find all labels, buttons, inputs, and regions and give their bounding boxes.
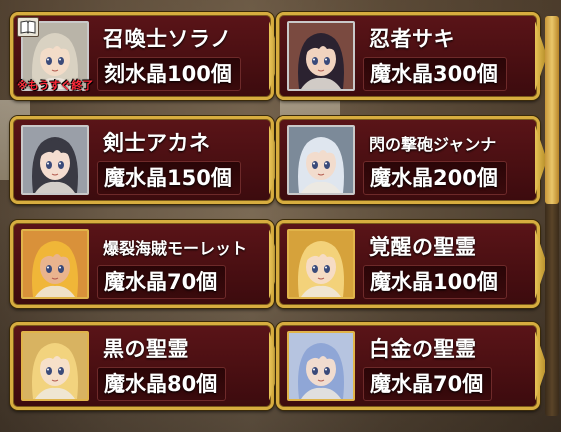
character-name: 白金の聖霊 [369, 337, 477, 361]
character-name: 黒の聖霊 [103, 337, 189, 361]
book-icon [17, 17, 39, 37]
portrait-2 [21, 125, 89, 195]
ending-soon-note: ※もうすぐ終了 [17, 79, 94, 92]
character-shop-grid: 召喚士ソラノ 刻水晶100個 ※もうすぐ終了 忍者サキ 魔水晶300個 剣士アカ… [0, 0, 561, 432]
character-card-1[interactable]: 忍者サキ 魔水晶300個 [276, 12, 540, 100]
portrait-6 [21, 331, 89, 401]
price-label: 魔水晶300個 [363, 57, 507, 91]
character-name: 爆裂海賊モーレット [103, 239, 248, 258]
scrollbar-thumb[interactable] [545, 16, 559, 204]
portrait-5 [287, 229, 355, 299]
scrollbar[interactable] [545, 16, 559, 416]
price-label: 魔水晶200個 [363, 161, 507, 195]
character-portrait-icon [289, 333, 353, 399]
character-name: 召喚士ソラノ [103, 27, 232, 51]
character-portrait-icon [289, 127, 353, 193]
price-label: 魔水晶70個 [97, 265, 227, 299]
character-card-4[interactable]: 爆裂海賊モーレット 魔水晶70個 [10, 220, 274, 308]
character-portrait-icon [23, 231, 87, 297]
character-portrait-icon [289, 23, 353, 89]
character-card-2[interactable]: 剣士アカネ 魔水晶150個 [10, 116, 274, 204]
character-card-7[interactable]: 白金の聖霊 魔水晶70個 [276, 322, 540, 410]
character-card-3[interactable]: 閃の撃砲ジャンナ 魔水晶200個 [276, 116, 540, 204]
price-label: 魔水晶150個 [97, 161, 241, 195]
portrait-4 [21, 229, 89, 299]
character-name: 閃の撃砲ジャンナ [369, 135, 497, 154]
character-portrait-icon [23, 127, 87, 193]
character-name: 忍者サキ [369, 27, 455, 51]
character-card-0[interactable]: 召喚士ソラノ 刻水晶100個 ※もうすぐ終了 [10, 12, 274, 100]
price-label: 魔水晶70個 [363, 367, 493, 401]
portrait-7 [287, 331, 355, 401]
price-label: 刻水晶100個 [97, 57, 241, 91]
character-name: 覚醒の聖霊 [369, 235, 477, 259]
character-card-5[interactable]: 覚醒の聖霊 魔水晶100個 [276, 220, 540, 308]
portrait-3 [287, 125, 355, 195]
character-portrait-icon [289, 231, 353, 297]
price-label: 魔水晶100個 [363, 265, 507, 299]
character-card-6[interactable]: 黒の聖霊 魔水晶80個 [10, 322, 274, 410]
character-name: 剣士アカネ [103, 131, 211, 155]
price-label: 魔水晶80個 [97, 367, 227, 401]
character-portrait-icon [23, 333, 87, 399]
portrait-1 [287, 21, 355, 91]
